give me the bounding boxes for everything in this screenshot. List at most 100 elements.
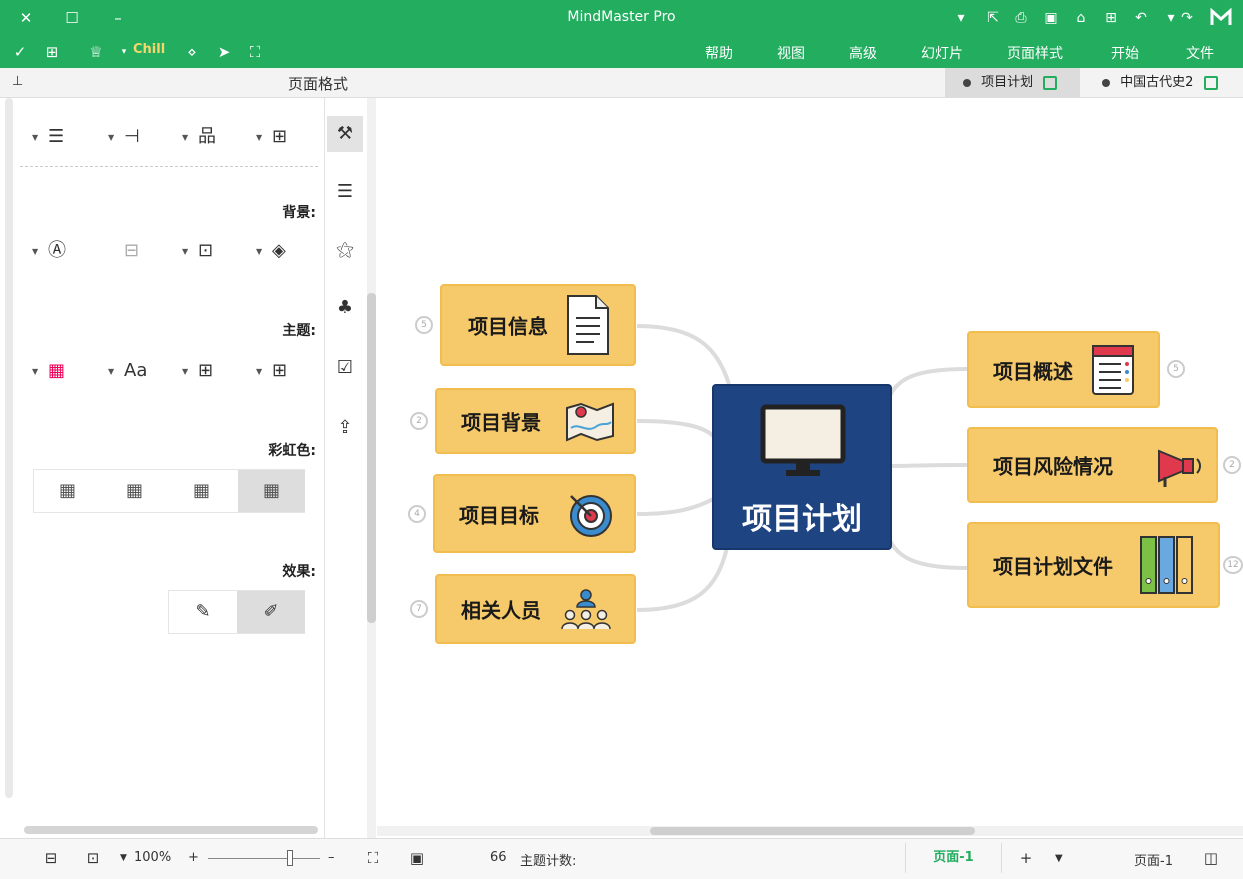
- collapse-badge[interactable]: 2: [1223, 456, 1241, 474]
- menu-help[interactable]: 帮助: [705, 43, 733, 63]
- mindmap-file-icon: [1043, 75, 1058, 90]
- hand-drawn-effect-button[interactable]: ✎: [169, 591, 237, 633]
- open-folder-icon[interactable]: ⌂: [1070, 7, 1092, 29]
- mindmap-canvas[interactable]: 项目信息 5 项目背景 2 项目目标 4 相关人员 7 项目计划 项目概述 5 …: [377, 98, 1243, 838]
- insert-background-image-button[interactable]: ▼ ⊡: [180, 236, 230, 266]
- numbered-list-icon: ☰: [48, 126, 65, 147]
- collapse-badge[interactable]: 7: [410, 600, 428, 618]
- panel-toggle-icon[interactable]: ◫: [1200, 847, 1222, 869]
- new-file-icon[interactable]: ⊞: [1100, 7, 1122, 29]
- structure-button[interactable]: ▼ 品: [180, 122, 230, 152]
- customize-dropdown-icon[interactable]: ▾: [950, 7, 972, 29]
- menu-slideshow[interactable]: 幻灯片: [921, 43, 963, 63]
- scrollbar-thumb[interactable]: [650, 827, 975, 835]
- topic-node-stakeholders[interactable]: 相关人员: [435, 574, 636, 644]
- clipart-icon[interactable]: ♣: [327, 290, 363, 326]
- tab-close-dot-icon[interactable]: [963, 78, 971, 87]
- font-button[interactable]: ▼ Aa: [106, 356, 156, 386]
- rainbow-option-2[interactable]: ▦: [101, 470, 168, 512]
- numbering-button[interactable]: ▼ ☰: [30, 122, 80, 152]
- topic-count-value: 66: [490, 850, 507, 865]
- rainbow-option-1[interactable]: ▦: [34, 470, 101, 512]
- collapse-ribbon-icon[interactable]: ✓: [8, 40, 32, 64]
- theme-name[interactable]: Chill: [133, 42, 165, 57]
- connector-button[interactable]: ▼ ⊣: [106, 122, 156, 152]
- page-tab-active[interactable]: 页面-1: [905, 843, 1002, 873]
- collapse-badge[interactable]: 5: [415, 316, 433, 334]
- color-theme-button[interactable]: ▼ ▦: [30, 356, 80, 386]
- theme-layout-button[interactable]: ▼ ⊞: [254, 356, 304, 386]
- page-format-icon[interactable]: ⚒: [327, 116, 363, 152]
- fullscreen-icon[interactable]: ⛶: [243, 40, 267, 64]
- fullscreen-icon[interactable]: ⛶: [362, 847, 384, 869]
- topic-node-risks[interactable]: 项目风险情况: [967, 427, 1218, 503]
- paint-bucket-icon: ◈: [272, 240, 286, 261]
- share-icon[interactable]: ⋄: [180, 40, 204, 64]
- task-icon[interactable]: ☑: [327, 350, 363, 386]
- menu-file[interactable]: 文件: [1186, 43, 1214, 63]
- page-selector[interactable]: 页面-1: [1134, 850, 1173, 869]
- pointer-icon[interactable]: ➤: [212, 40, 236, 64]
- save-icon[interactable]: ▣: [1040, 7, 1062, 29]
- topic-node-project-goals[interactable]: 项目目标: [433, 474, 636, 553]
- zoom-in-icon[interactable]: +: [188, 850, 199, 865]
- rainbow-option-4[interactable]: ▦: [238, 470, 305, 512]
- theme-shirt-icon[interactable]: ♕: [84, 40, 108, 64]
- redo-icon[interactable]: ↷: [1176, 7, 1198, 29]
- menu-start[interactable]: 开始: [1111, 43, 1139, 63]
- zoom-slider[interactable]: [208, 858, 320, 859]
- print-icon[interactable]: ⎙: [1010, 7, 1032, 29]
- menu-view[interactable]: 视图: [777, 43, 805, 63]
- watermark-icon: Ⓐ: [48, 240, 66, 261]
- rainbow-option-3[interactable]: ▦: [168, 470, 235, 512]
- theme-section-label: 主题:: [282, 323, 316, 339]
- apps-grid-icon[interactable]: ⊞: [40, 40, 64, 64]
- pin-icon[interactable]: ⊥: [12, 74, 23, 89]
- theme-tools-row: ▼ ▦ ▼ Aa ▼ ⊞ ▼ ⊞: [30, 356, 310, 386]
- scrollbar-thumb[interactable]: [367, 293, 376, 623]
- page-format-panel: ▼ ☰ ▼ ⊣ ▼ 品 ▼ ⊞ 背景: ▼ Ⓐ ⊟ ▼ ⊡ ▼ ◈ 主题: ▼ ▦ ▼ Aa ▼ ⊞…: [0, 98, 325, 838]
- zoom-out-icon[interactable]: –: [328, 850, 335, 865]
- collapse-badge[interactable]: 2: [410, 412, 428, 430]
- remove-background-button[interactable]: ⊟: [106, 236, 156, 266]
- zoom-dropdown-icon[interactable]: ▼: [120, 853, 127, 863]
- watermark-button[interactable]: ▼ Ⓐ: [30, 236, 80, 266]
- normal-effect-button[interactable]: ✐: [237, 591, 305, 633]
- menu-advanced[interactable]: 高级: [849, 43, 877, 63]
- outline-list-icon[interactable]: ☰: [327, 174, 363, 210]
- icon-library-icon[interactable]: ⚝: [327, 232, 363, 268]
- layout-button[interactable]: ▼ ⊞: [254, 122, 304, 152]
- topic-node-overview[interactable]: 项目概述: [967, 331, 1160, 408]
- menu-page-style[interactable]: 页面样式: [1007, 43, 1063, 63]
- doc-tab-inactive[interactable]: 中国古代史2: [1084, 68, 1243, 98]
- people-icon: [561, 589, 611, 630]
- checklist-icon: [1092, 344, 1134, 395]
- tab-close-dot-icon[interactable]: [1102, 78, 1110, 87]
- topic-node-project-background[interactable]: 项目背景: [435, 388, 636, 454]
- add-page-icon[interactable]: +: [1015, 847, 1037, 869]
- canvas-horizontal-scrollbar[interactable]: [377, 826, 1243, 836]
- panel-horizontal-scrollbar[interactable]: [24, 826, 318, 834]
- doc-tab-active[interactable]: 项目计划: [945, 68, 1080, 98]
- collapse-badge[interactable]: 5: [1167, 360, 1185, 378]
- topic-label: 项目背景: [461, 410, 541, 435]
- topic-node-project-info[interactable]: 项目信息: [440, 284, 636, 366]
- central-topic[interactable]: 项目计划: [712, 384, 892, 550]
- topic-label: 项目风险情况: [993, 454, 1113, 479]
- zoom-level[interactable]: 100%: [134, 850, 171, 865]
- fill-color-button[interactable]: ▼ ◈: [254, 236, 304, 266]
- fit-page-icon[interactable]: ⊡: [82, 847, 104, 869]
- theme-style-button[interactable]: ▼ ⊞: [180, 356, 230, 386]
- presentation-icon[interactable]: ▣: [406, 847, 428, 869]
- undo-icon[interactable]: ↶: [1130, 7, 1152, 29]
- zoom-slider-thumb[interactable]: [287, 850, 293, 866]
- collapse-badge[interactable]: 4: [408, 505, 426, 523]
- collapse-badge[interactable]: 12: [1223, 556, 1243, 574]
- panel-vertical-scrollbar[interactable]: [367, 98, 376, 838]
- export-icon[interactable]: ⇱: [982, 7, 1004, 29]
- panel-scrollbar[interactable]: [5, 98, 13, 798]
- topic-node-plan-files[interactable]: 项目计划文件: [967, 522, 1220, 608]
- fit-width-icon[interactable]: ⊟: [40, 847, 62, 869]
- page-dropdown-icon[interactable]: ▼: [1055, 853, 1063, 864]
- upload-icon[interactable]: ⇪: [327, 410, 363, 446]
